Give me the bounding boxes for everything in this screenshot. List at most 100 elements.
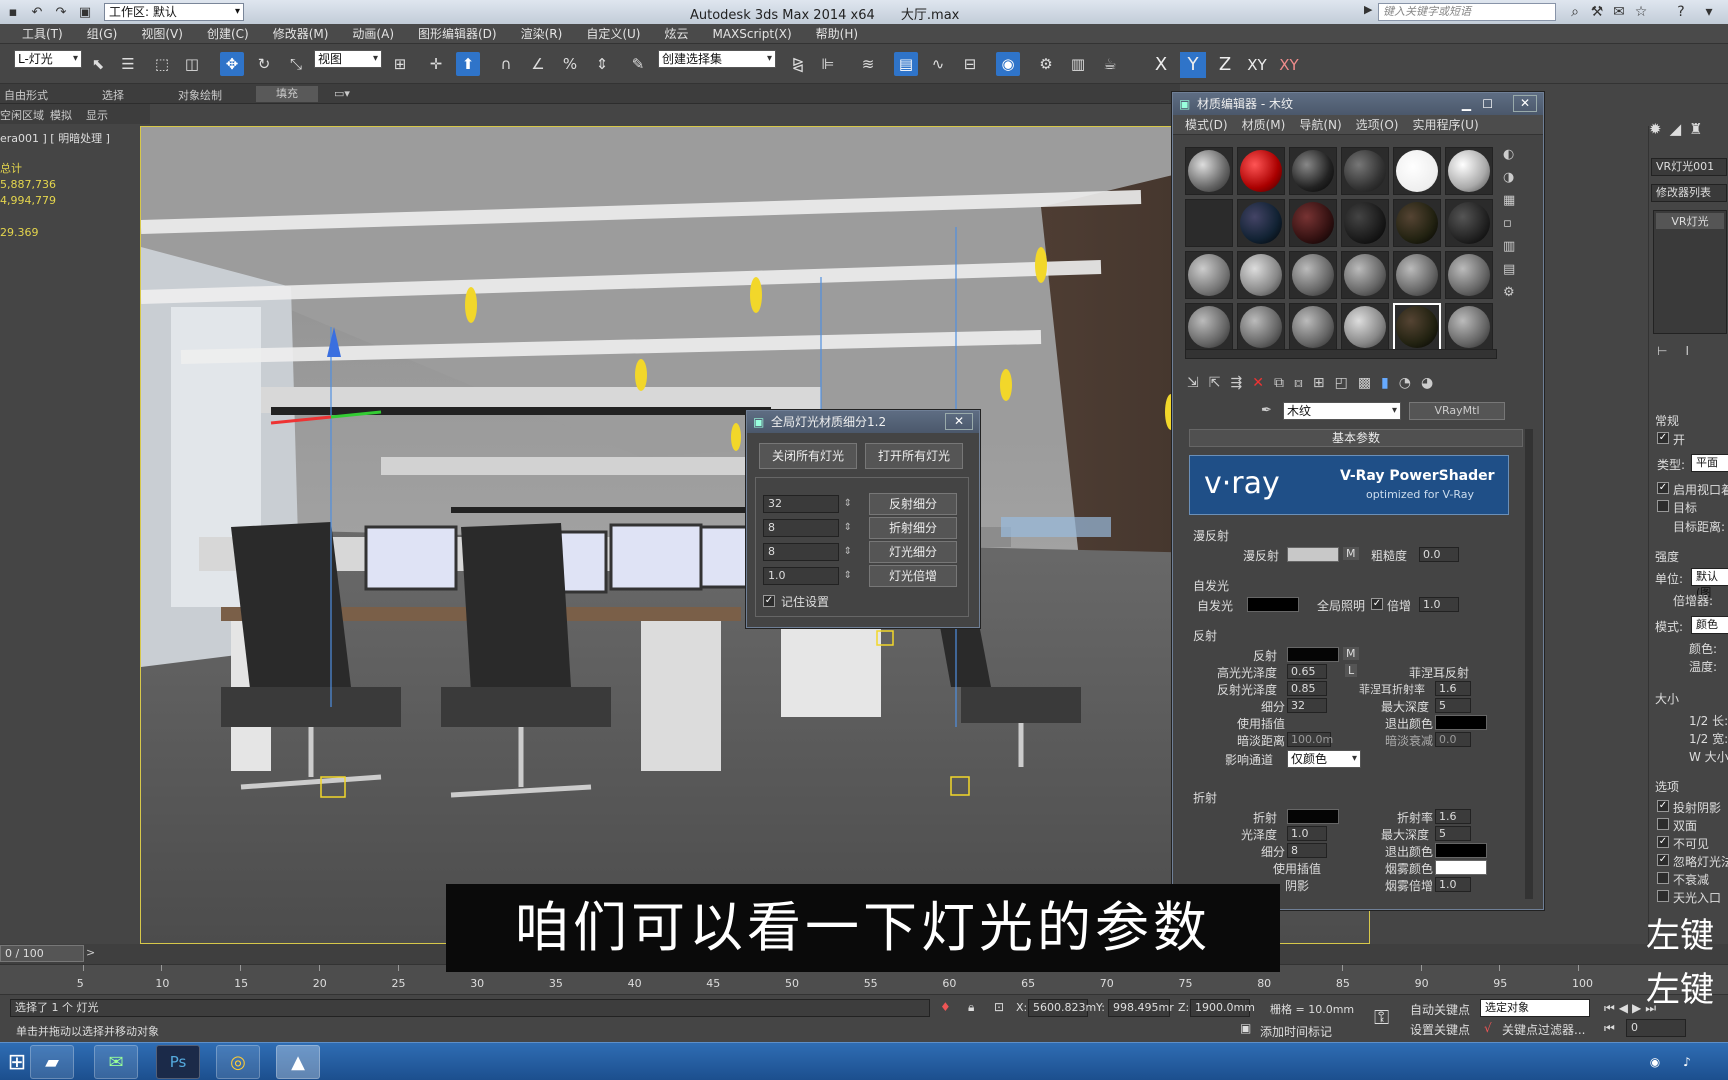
fog-mult-input[interactable]: 1.0 bbox=[1435, 877, 1471, 892]
3dsmax-icon[interactable]: ▲ bbox=[276, 1045, 320, 1079]
light-multiplier-input[interactable]: 1.0 bbox=[763, 567, 852, 585]
select-by-name-icon[interactable]: ☰ bbox=[116, 52, 140, 76]
sample-slot[interactable] bbox=[1445, 147, 1493, 195]
select-scale-icon[interactable]: ⤡ bbox=[284, 52, 308, 76]
reset-material-icon[interactable]: ✕ bbox=[1252, 375, 1274, 391]
make-preview-icon[interactable]: ▤ bbox=[1503, 262, 1521, 277]
menu-xuanyun[interactable]: 炫云 bbox=[664, 25, 688, 42]
snaps-toggle-icon[interactable]: ∩ bbox=[494, 52, 518, 76]
sample-slot[interactable] bbox=[1237, 199, 1285, 247]
binoculars-icon[interactable]: ⌕ bbox=[1566, 3, 1584, 21]
sample-slot[interactable] bbox=[1445, 251, 1493, 299]
absolute-mode-icon[interactable]: ⊡ bbox=[994, 1000, 1004, 1014]
light-subdiv-button[interactable]: 灯光细分 bbox=[869, 541, 957, 563]
search-input[interactable]: 键入关键字或短语 bbox=[1378, 3, 1556, 21]
no-decay-checkbox[interactable] bbox=[1657, 872, 1669, 884]
menu-group[interactable]: 组(G) bbox=[87, 25, 118, 42]
ribbon-menu-icon[interactable]: ▭▾ bbox=[334, 87, 350, 100]
scene-explorer-icon[interactable]: ▤ bbox=[894, 52, 918, 76]
sample-slot[interactable] bbox=[1341, 147, 1389, 195]
go-parent-icon[interactable]: ◔ bbox=[1399, 375, 1421, 391]
refract-gloss-input[interactable]: 1.0 bbox=[1287, 826, 1327, 841]
search-expand-icon[interactable]: ▶ bbox=[1364, 3, 1372, 16]
mat-menu-options[interactable]: 选项(O) bbox=[1356, 116, 1399, 133]
mat-menu-material[interactable]: 材质(M) bbox=[1242, 116, 1286, 133]
sample-slot-active[interactable] bbox=[1393, 303, 1441, 351]
pivot-center-icon[interactable]: ⊞ bbox=[388, 52, 412, 76]
modify-tab-icon[interactable]: ◢ bbox=[1670, 120, 1690, 138]
axis-z-button[interactable]: Z bbox=[1212, 52, 1238, 78]
menu-animation[interactable]: 动画(A) bbox=[352, 25, 394, 42]
material-editor-icon[interactable]: ◉ bbox=[996, 52, 1020, 76]
enable-viewport-checkbox[interactable]: ✓ bbox=[1657, 482, 1669, 494]
hierarchy-tab-icon[interactable]: ♜ bbox=[1689, 120, 1710, 138]
basic-params-rollout[interactable]: 基本参数 bbox=[1189, 429, 1523, 447]
library-icon[interactable]: ⊞ bbox=[1313, 375, 1335, 391]
sample-slot[interactable] bbox=[1237, 303, 1285, 351]
reflect-gloss-input[interactable]: 0.85 bbox=[1287, 681, 1327, 696]
show-end-icon[interactable]: ▮ bbox=[1381, 375, 1399, 391]
assign-material-icon[interactable]: ⇶ bbox=[1230, 375, 1252, 391]
add-time-tag[interactable]: 添加时间标记 bbox=[1260, 1023, 1332, 1040]
copy-material-icon[interactable]: ⧉ bbox=[1274, 375, 1294, 391]
select-rotate-icon[interactable]: ↻ bbox=[252, 52, 276, 76]
menu-help[interactable]: 帮助(H) bbox=[816, 25, 858, 42]
double-sided-checkbox[interactable] bbox=[1657, 818, 1669, 830]
select-manipulate-icon[interactable]: ✛ bbox=[424, 52, 448, 76]
workspace-dropdown[interactable]: 工作区: 默认 bbox=[104, 3, 244, 21]
mat-menu-navigation[interactable]: 导航(N) bbox=[1299, 116, 1341, 133]
axis-y-button[interactable]: Y bbox=[1180, 52, 1206, 78]
menu-graph-editors[interactable]: 图形编辑器(D) bbox=[418, 25, 497, 42]
menu-customize[interactable]: 自定义(U) bbox=[586, 25, 640, 42]
sample-slot[interactable] bbox=[1393, 251, 1441, 299]
minimize-button[interactable]: ▁ bbox=[1462, 93, 1471, 115]
ignore-normals-checkbox[interactable]: ✓ bbox=[1657, 854, 1669, 866]
background-icon[interactable]: ▦ bbox=[1503, 193, 1521, 208]
menu-views[interactable]: 视图(V) bbox=[141, 25, 183, 42]
sample-slot[interactable] bbox=[1289, 251, 1337, 299]
remember-settings-checkbox[interactable]: ✓ bbox=[763, 595, 775, 607]
sample-slot[interactable] bbox=[1185, 147, 1233, 195]
refract-maxdepth-input[interactable]: 5 bbox=[1435, 826, 1471, 841]
z-coord-input[interactable]: 1900.0mm bbox=[1190, 999, 1255, 1017]
keyboard-shortcut-icon[interactable]: ⬆ bbox=[456, 52, 480, 76]
options-icon[interactable]: ⚙ bbox=[1503, 285, 1521, 300]
key-filter-icon[interactable]: √ bbox=[1484, 1021, 1492, 1035]
spinner-snap-icon[interactable]: ⇕ bbox=[590, 52, 614, 76]
target-checkbox[interactable] bbox=[1657, 500, 1669, 512]
ribbon-tab-populate[interactable]: 填充 bbox=[256, 86, 318, 102]
put-to-scene-icon[interactable]: ⇱ bbox=[1209, 375, 1231, 391]
reflect-subdiv-field[interactable]: 32 bbox=[1287, 698, 1327, 713]
subscription-icon[interactable]: ⚒ bbox=[1588, 3, 1606, 21]
uv-tiling-icon[interactable]: ▫ bbox=[1503, 216, 1521, 231]
dim-falloff-input[interactable]: 0.0 bbox=[1435, 732, 1471, 747]
hilight-lock-button[interactable]: L bbox=[1345, 664, 1358, 677]
params-scrollbar[interactable] bbox=[1525, 429, 1533, 899]
dialog-close-button[interactable]: ✕ bbox=[945, 413, 973, 430]
ribbon-tab-object-paint[interactable]: 对象绘制 bbox=[178, 87, 222, 103]
app-logo-icon[interactable]: ▪ bbox=[2, 3, 24, 21]
material-name-field[interactable]: 木纹 bbox=[1283, 402, 1401, 420]
edit-named-selection-icon[interactable]: ✎ bbox=[626, 52, 650, 76]
menu-create[interactable]: 创建(C) bbox=[207, 25, 249, 42]
unique-icon[interactable]: ⧈ bbox=[1294, 375, 1313, 391]
help-icon[interactable]: ? bbox=[1672, 3, 1690, 21]
create-tab-icon[interactable]: ✹ bbox=[1649, 120, 1670, 138]
project-folder-icon[interactable]: ▣ bbox=[74, 3, 96, 21]
sample-slot[interactable] bbox=[1237, 147, 1285, 195]
explorer-icon[interactable]: ▰ bbox=[30, 1045, 74, 1079]
show-end-result-icon[interactable]: Ⅰ bbox=[1685, 344, 1707, 358]
material-type-button[interactable]: VRayMtl bbox=[1409, 402, 1505, 420]
selfillum-mult-input[interactable]: 1.0 bbox=[1419, 597, 1459, 612]
set-key-icon[interactable]: ⚿ bbox=[1374, 1005, 1389, 1029]
sample-slot[interactable] bbox=[1393, 199, 1441, 247]
lock-selection-icon[interactable]: 🔒︎ bbox=[968, 1000, 974, 1015]
affect-channels-dropdown[interactable]: 仅颜色 bbox=[1287, 750, 1361, 768]
angle-snap-icon[interactable]: ∠ bbox=[526, 52, 550, 76]
sample-slot[interactable] bbox=[1185, 303, 1233, 351]
reflect-exit-swatch[interactable] bbox=[1435, 715, 1487, 730]
minimize-icon[interactable]: ▾ bbox=[1700, 3, 1718, 21]
ribbon-tab-selection[interactable]: 选择 bbox=[102, 87, 124, 103]
photoshop-icon[interactable]: Ps bbox=[156, 1045, 200, 1079]
align-icon[interactable]: ⊫ bbox=[816, 52, 840, 76]
